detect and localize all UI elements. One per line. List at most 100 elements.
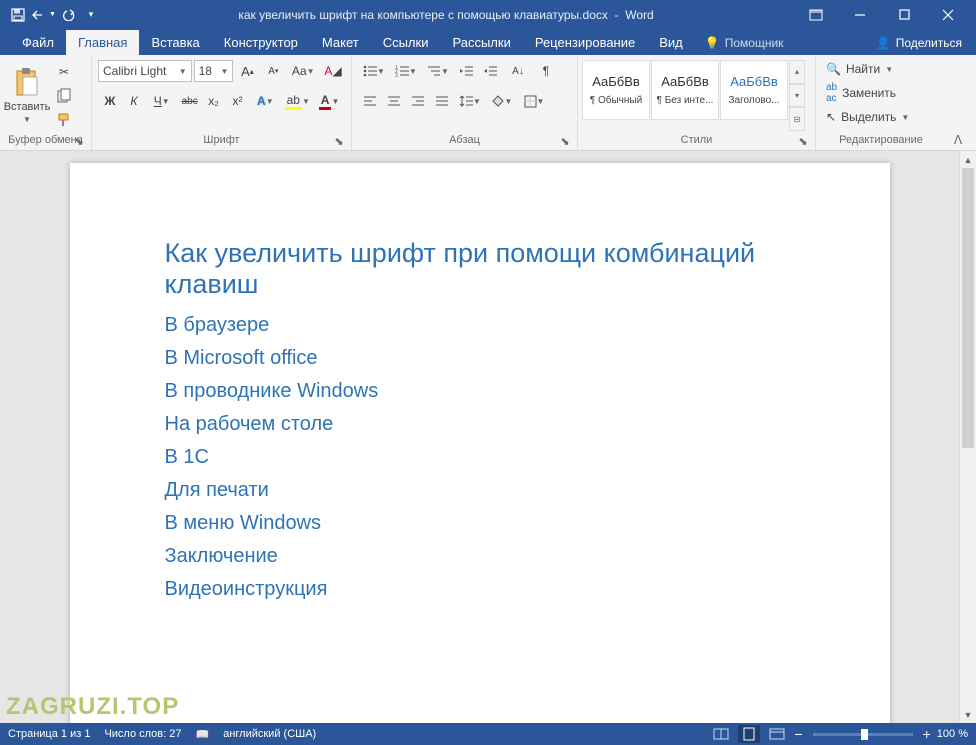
window-title: как увеличить шрифт на компьютере с помо… (98, 8, 794, 22)
dialog-launcher-icon[interactable]: ⬊ (73, 135, 85, 147)
document-viewport[interactable]: Как увеличить шрифт при помощи комбинаци… (0, 151, 959, 723)
clear-formatting-icon[interactable]: A◢ (321, 60, 345, 82)
content-item[interactable]: В меню Windows (165, 512, 795, 535)
tab-file[interactable]: Файл (10, 30, 66, 55)
superscript-button[interactable]: x² (226, 90, 250, 112)
font-size-selector[interactable]: 18▼ (194, 60, 234, 82)
content-item[interactable]: Для печати (165, 479, 795, 502)
tab-references[interactable]: Ссылки (371, 30, 441, 55)
print-layout-icon[interactable] (738, 725, 760, 743)
text-effects-icon[interactable]: A▼ (249, 90, 281, 112)
line-spacing-icon[interactable]: ▼ (454, 90, 486, 112)
select-button[interactable]: ↖Выделить▼ (822, 108, 913, 126)
content-item[interactable]: В Microsoft office (165, 347, 795, 370)
content-item[interactable]: В проводнике Windows (165, 380, 795, 403)
redo-icon[interactable] (58, 3, 82, 27)
zoom-in-icon[interactable]: + (923, 726, 931, 742)
group-clipboard: Вставить ▼ ✂ Буфер обмена⬊ (0, 55, 92, 150)
content-item[interactable]: В браузере (165, 314, 795, 337)
tell-me[interactable]: 💡Помощник (695, 31, 794, 55)
highlight-icon[interactable]: ab▼ (281, 90, 313, 112)
tab-home[interactable]: Главная (66, 30, 139, 55)
document-heading[interactable]: Как увеличить шрифт при помощи комбинаци… (165, 238, 795, 300)
shrink-font-icon[interactable]: A▾ (261, 60, 285, 82)
undo-icon[interactable]: ▼ (32, 3, 56, 27)
format-painter-icon[interactable] (53, 109, 75, 131)
increase-indent-icon[interactable] (478, 60, 502, 82)
multilevel-list-icon[interactable]: ▼ (422, 60, 454, 82)
content-item[interactable]: Заключение (165, 545, 795, 568)
style-normal[interactable]: АаБбВв¶ Обычный (582, 60, 650, 120)
word-count[interactable]: Число слов: 27 (104, 728, 181, 740)
content-item[interactable]: На рабочем столе (165, 413, 795, 436)
numbering-icon[interactable]: 123▼ (390, 60, 422, 82)
tab-review[interactable]: Рецензирование (523, 30, 647, 55)
shading-icon[interactable]: ▼ (486, 90, 518, 112)
zoom-slider-knob[interactable] (861, 729, 868, 740)
bullets-icon[interactable]: ▼ (358, 60, 390, 82)
tab-view[interactable]: Вид (647, 30, 695, 55)
dialog-launcher-icon[interactable]: ⬊ (559, 135, 571, 147)
minimize-icon[interactable] (838, 0, 882, 29)
styles-scroll[interactable]: ▴▾⊟ (789, 60, 805, 131)
customize-qat-icon[interactable]: ▾ (84, 3, 98, 27)
style-heading1[interactable]: АаБбВвЗаголово... (720, 60, 788, 120)
subscript-button[interactable]: x₂ (202, 90, 226, 112)
show-marks-icon[interactable]: ¶ (534, 60, 558, 82)
lightbulb-icon: 💡 (705, 36, 720, 50)
content-item[interactable]: В 1С (165, 446, 795, 469)
clipboard-icon (13, 67, 41, 99)
align-center-icon[interactable] (382, 90, 406, 112)
align-right-icon[interactable] (406, 90, 430, 112)
web-layout-icon[interactable] (766, 725, 788, 743)
tab-mailings[interactable]: Рассылки (440, 30, 522, 55)
font-name-selector[interactable]: Calibri Light▼ (98, 60, 192, 82)
quick-access-toolbar: ▼ ▾ (6, 3, 98, 27)
borders-icon[interactable]: ▼ (518, 90, 550, 112)
tab-design[interactable]: Конструктор (212, 30, 310, 55)
vertical-scrollbar[interactable]: ▲ ▼ (959, 151, 976, 723)
replace-button[interactable]: abacЗаменить (822, 80, 913, 106)
decrease-indent-icon[interactable] (454, 60, 478, 82)
language-indicator[interactable]: английский (США) (223, 728, 316, 740)
ribbon: Вставить ▼ ✂ Буфер обмена⬊ Calibri Light… (0, 55, 976, 151)
style-no-spacing[interactable]: АаБбВв¶ Без инте... (651, 60, 719, 120)
grow-font-icon[interactable]: A▴ (235, 60, 259, 82)
zoom-out-icon[interactable]: − (794, 726, 802, 742)
spellcheck-icon[interactable]: 📖 (196, 728, 210, 741)
tab-layout[interactable]: Макет (310, 30, 371, 55)
content-item[interactable]: Видеоинструкция (165, 578, 795, 601)
page-indicator[interactable]: Страница 1 из 1 (8, 728, 90, 740)
dialog-launcher-icon[interactable]: ⬊ (797, 135, 809, 147)
close-icon[interactable] (926, 0, 970, 29)
save-icon[interactable] (6, 3, 30, 27)
scroll-up-icon[interactable]: ▲ (960, 151, 976, 168)
copy-icon[interactable] (53, 85, 75, 107)
sort-icon[interactable]: A↓ (502, 60, 534, 82)
paste-button[interactable]: Вставить ▼ (4, 57, 50, 134)
scroll-thumb[interactable] (962, 168, 974, 448)
zoom-slider[interactable] (813, 733, 913, 736)
font-color-icon[interactable]: A▼ (313, 90, 345, 112)
scroll-down-icon[interactable]: ▼ (960, 706, 976, 723)
underline-button[interactable]: Ч▼ (146, 90, 178, 112)
scroll-track[interactable] (960, 168, 976, 706)
ribbon-display-icon[interactable] (794, 0, 838, 29)
group-styles: АаБбВв¶ Обычный АаБбВв¶ Без инте... АаБб… (578, 55, 816, 150)
tab-insert[interactable]: Вставка (139, 30, 211, 55)
justify-icon[interactable] (430, 90, 454, 112)
collapse-ribbon-icon[interactable]: ᐱ (946, 55, 970, 150)
read-mode-icon[interactable] (710, 725, 732, 743)
cut-icon[interactable]: ✂ (53, 61, 75, 83)
dialog-launcher-icon[interactable]: ⬊ (333, 135, 345, 147)
strikethrough-button[interactable]: abc (178, 90, 202, 112)
find-button[interactable]: 🔍Найти▼ (822, 60, 913, 78)
align-left-icon[interactable] (358, 90, 382, 112)
italic-button[interactable]: К (122, 90, 146, 112)
change-case-icon[interactable]: Aa▼ (287, 60, 319, 82)
maximize-icon[interactable] (882, 0, 926, 29)
share-button[interactable]: 👤Поделиться (862, 31, 976, 55)
bold-button[interactable]: Ж (98, 90, 122, 112)
ribbon-tabs: Файл Главная Вставка Конструктор Макет С… (0, 29, 976, 55)
zoom-value[interactable]: 100 % (937, 728, 968, 740)
